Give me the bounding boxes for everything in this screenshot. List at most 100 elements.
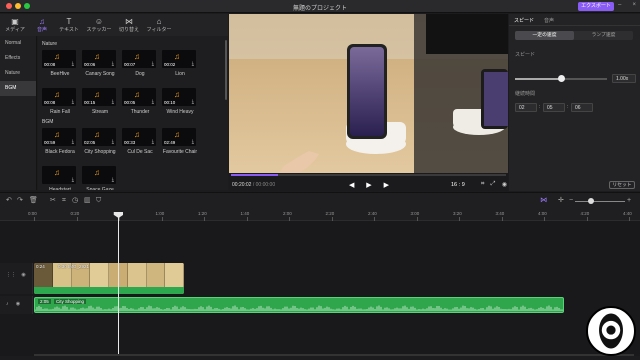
audio-tile[interactable]: ♫ 00:10 ⤓ [162, 88, 196, 106]
category-bgm[interactable]: BGM [0, 81, 36, 96]
speed-slider-knob[interactable] [558, 75, 565, 82]
close-icon[interactable]: × [632, 2, 636, 11]
play-icon[interactable]: ▶ [366, 181, 371, 189]
download-icon[interactable]: ⤓ [112, 61, 114, 67]
tab-audio[interactable]: ♫ 音声 [30, 14, 54, 36]
speed-icon[interactable]: ◷ [72, 197, 78, 205]
audio-tile[interactable]: ♫ 00:05 ⤓ [122, 88, 156, 106]
zoom-in-icon[interactable]: + [627, 197, 631, 205]
undo-icon[interactable]: ↶ [6, 197, 12, 205]
download-icon[interactable]: ⤓ [152, 139, 154, 145]
ramp-speed-option[interactable]: ランプ速度 [574, 31, 633, 40]
music-note-icon: ♫ [54, 130, 60, 139]
audio-tile[interactable]: ♫ 02:49 ⤓ [162, 128, 196, 146]
download-icon[interactable]: ⤓ [112, 99, 114, 105]
export-button[interactable]: エクスポート [578, 2, 614, 11]
audio-tile[interactable]: ♫ 00:08 ⤓ [42, 50, 76, 68]
snapshot-icon[interactable]: ◉ [502, 181, 507, 188]
eye-icon[interactable]: ◉ [16, 301, 20, 307]
audio-tile[interactable]: ♫ 00:33 ⤓ [122, 128, 156, 146]
eye-icon[interactable]: ◉ [21, 272, 25, 278]
duration-seconds-input[interactable]: 06 [571, 103, 593, 112]
music-note-icon: ♫ [134, 52, 140, 61]
minimize-icon[interactable]: – [618, 2, 621, 11]
section-title-bgm: BGM [42, 119, 54, 125]
reset-button[interactable]: リセット [609, 181, 635, 189]
step-forward-icon[interactable]: ▶ [384, 181, 389, 189]
download-icon[interactable]: ⤓ [72, 61, 74, 67]
tile-duration: 02:49 [164, 140, 176, 145]
download-icon[interactable]: ⤓ [152, 99, 154, 105]
shield-icon[interactable]: ⛉ [96, 197, 101, 205]
zoom-slider[interactable] [575, 201, 625, 202]
download-icon[interactable]: ⤓ [112, 177, 114, 183]
ruler-tick-label: 4:40 [623, 211, 632, 216]
crop-icon[interactable]: ⌗ [481, 181, 484, 188]
download-icon[interactable]: ⤓ [112, 139, 114, 145]
audio-tile[interactable]: ♫ 00:02 ⤓ [162, 50, 196, 68]
audio-tile[interactable]: ♫ 02:05 ⤓ [82, 128, 116, 146]
properties-panel: スピード 音声 一定の速度 ランプ速度 スピード 1.00x 継続時間 02 :… [509, 14, 640, 191]
speed-slider[interactable] [515, 75, 607, 82]
preview-progress[interactable] [231, 174, 506, 176]
fullscreen-icon[interactable]: ⤢ [491, 181, 496, 188]
audio-tile[interactable]: ♫ 00:59 ⤓ [42, 128, 76, 146]
tab-filter[interactable]: ⌂ フィルター [144, 14, 174, 36]
aspect-ratio-selector[interactable]: 16 : 9 [451, 182, 465, 188]
audio-tile[interactable]: ♫ ⤓ [42, 166, 76, 184]
zoom-slider-knob[interactable] [588, 198, 594, 204]
video-clip[interactable]: 0:24 0:30 IMG_2921 [34, 263, 184, 294]
category-sidebar: Normal Effects Nature BGM [0, 36, 37, 190]
audio-tile[interactable]: ♫ 00:07 ⤓ [122, 50, 156, 68]
split-screen-icon[interactable]: ✛ [558, 197, 564, 205]
category-effects[interactable]: Effects [0, 51, 36, 66]
timeline-ruler[interactable]: 0:000:200:401:001:201:402:002:202:403:00… [0, 209, 640, 221]
download-icon[interactable]: ⤓ [72, 99, 74, 105]
audio-clip[interactable]: 2:05 City Shopping [34, 297, 564, 313]
audio-tile[interactable]: ♫ 00:15 ⤓ [82, 88, 116, 106]
freeze-icon[interactable]: ▥ [84, 197, 91, 205]
tile-name: BeeHive [50, 71, 70, 77]
clip-thumbnails [34, 263, 184, 287]
media-icon: ▣ [11, 17, 19, 26]
constant-speed-option[interactable]: 一定の速度 [515, 31, 574, 40]
crop-clip-icon[interactable]: ⌗ [62, 197, 66, 205]
category-nature[interactable]: Nature [0, 66, 36, 81]
audio-tile[interactable]: ♫ 00:06 ⤓ [82, 50, 116, 68]
tab-speed[interactable]: スピード [509, 14, 539, 25]
duration-hours-input[interactable]: 02 [515, 103, 537, 112]
zoom-out-icon[interactable]: − [569, 197, 573, 205]
split-icon[interactable]: ✂ [50, 197, 56, 205]
audio-tile[interactable]: ♫ ⤓ [82, 166, 116, 184]
download-icon[interactable]: ⤓ [72, 139, 74, 145]
music-note-icon: ♫ [94, 130, 100, 139]
library-scrollbar[interactable] [225, 40, 227, 100]
speed-select[interactable]: 1.00x [612, 74, 636, 83]
tab-sticker[interactable]: ☺ ステッカー [84, 14, 114, 36]
tile-duration: 00:15 [84, 100, 96, 105]
audio-tile[interactable]: ♫ 00:08 ⤓ [42, 88, 76, 106]
duration-minutes-input[interactable]: 05 [543, 103, 565, 112]
tile-duration: 00:10 [164, 100, 176, 105]
magnet-icon[interactable]: ⋈ [540, 197, 547, 205]
tab-transition[interactable]: ⋈ 切り替え [114, 14, 144, 36]
category-normal[interactable]: Normal [0, 36, 36, 51]
delete-icon[interactable]: 🗑 [29, 197, 38, 205]
step-back-icon[interactable]: ◀ [349, 181, 354, 189]
timeline-scrollbar[interactable] [34, 354, 634, 356]
download-icon[interactable]: ⤓ [192, 99, 194, 105]
playhead[interactable] [118, 212, 119, 356]
tab-audio-props[interactable]: 音声 [539, 14, 559, 25]
audio-clip-duration: 2:05 [38, 299, 51, 304]
tab-media[interactable]: ▣ メディア [0, 14, 30, 36]
download-icon[interactable]: ⤓ [152, 61, 154, 67]
current-time: 00:20:02 [232, 182, 252, 188]
download-icon[interactable]: ⤓ [72, 177, 74, 183]
tab-text[interactable]: T テキスト [54, 14, 84, 36]
redo-icon[interactable]: ↷ [17, 197, 23, 205]
download-icon[interactable]: ⤓ [192, 139, 194, 145]
speed-label: スピード [515, 52, 536, 58]
download-icon[interactable]: ⤓ [192, 61, 194, 67]
preview-time: 00:20:02 / 00:00:00 [232, 182, 275, 188]
audio-waveform [35, 305, 563, 311]
